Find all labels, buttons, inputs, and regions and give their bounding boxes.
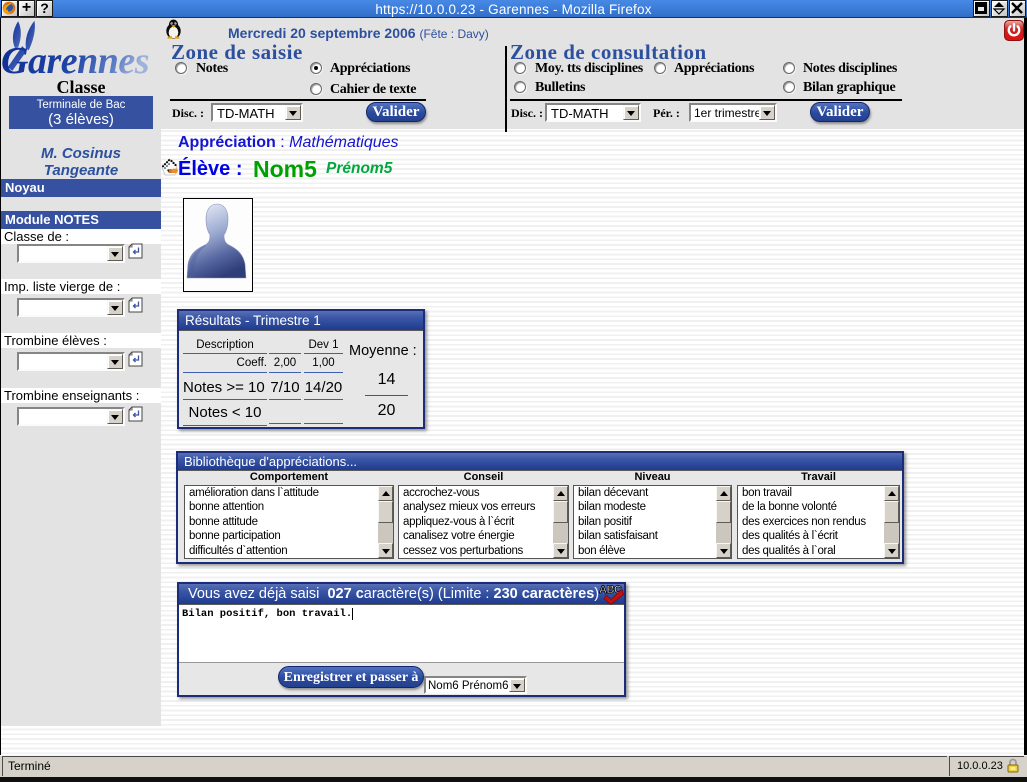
svg-text:Garennes: Garennes	[1, 40, 149, 78]
